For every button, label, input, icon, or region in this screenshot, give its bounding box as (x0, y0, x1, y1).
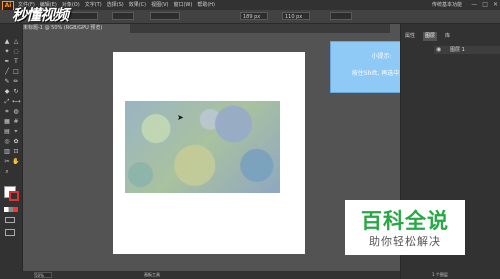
rectangle-icon[interactable]: □ (12, 68, 20, 75)
scale-icon[interactable]: ⤢ (3, 98, 11, 105)
panel-tabs: 属性 图层 库 (401, 32, 500, 41)
document-tab-bar: 未标题-1 @ 50% (RGB/GPU 预览) (20, 24, 390, 33)
layers-count: 1 个图层 (402, 271, 500, 279)
stroke-swatch[interactable] (9, 191, 19, 201)
draw-mode-icon[interactable] (5, 217, 15, 223)
align-control[interactable] (330, 12, 352, 20)
current-tool-label: 画板工具 (144, 272, 160, 277)
hand-icon[interactable]: ✋ (12, 158, 20, 165)
menu-window[interactable]: 窗口(W) (173, 0, 192, 10)
gradient-icon[interactable]: ▤ (3, 128, 11, 135)
baike-watermark: 百科全说 助你轻松解决 (345, 200, 465, 255)
color-mode-icons[interactable] (4, 207, 18, 212)
tab-libraries[interactable]: 库 (445, 32, 450, 41)
direct-selection-icon[interactable]: △ (12, 38, 20, 45)
width-icon[interactable]: ⟷ (12, 98, 21, 105)
eyedropper-icon[interactable]: ⌖ (12, 128, 20, 135)
symbol-icon[interactable]: ✿ (12, 138, 20, 145)
graph-icon[interactable]: ▥ (3, 148, 11, 155)
maximize-icon[interactable]: □ (482, 0, 488, 10)
perspective-icon[interactable]: ▦ (3, 118, 11, 125)
eye-icon[interactable]: ◉ (436, 46, 441, 54)
tab-layers[interactable]: 图层 (423, 32, 438, 41)
slice-icon[interactable]: ✂ (3, 158, 11, 165)
watermark-subtitle: 助你轻松解决 (369, 235, 441, 248)
status-bar: 50% 画板工具 (22, 271, 400, 279)
tools-panel: ▲ △ ✦ ◌ ✒ T ╱ □ ✎ ✏ ◆ ↻ ⤢ ⟷ ⌗ ◍ ▦ # ▤ ⌖ … (0, 24, 23, 279)
free-transform-icon[interactable]: ⌗ (3, 108, 11, 115)
control-bar: 189 px 110 px (0, 10, 500, 24)
eraser-icon[interactable]: ◆ (3, 88, 11, 95)
mouse-cursor-icon: ➤ (177, 113, 184, 122)
brush-icon[interactable]: ✎ (3, 78, 11, 85)
menu-view[interactable]: 视图(V) (151, 0, 168, 10)
selection-icon[interactable]: ▲ (3, 38, 11, 45)
mesh-icon[interactable]: # (12, 118, 20, 125)
tab-properties[interactable]: 属性 (405, 32, 415, 41)
layer-name: 图层 1 (450, 47, 465, 53)
workspace-switcher[interactable]: 传统基本功能 (432, 0, 462, 10)
layer-row[interactable]: ◉ 图层 1 (434, 46, 500, 54)
menu-help[interactable]: 帮助(H) (197, 0, 215, 10)
screen-mode-icon[interactable] (5, 229, 15, 236)
stroke-weight-control[interactable] (112, 12, 134, 20)
window-controls: — □ ✕ (471, 0, 498, 10)
style-control[interactable] (150, 12, 180, 20)
menu-select[interactable]: 选择(S) (107, 0, 124, 10)
width-field[interactable]: 189 px (240, 12, 268, 20)
minimize-icon[interactable]: — (471, 0, 477, 10)
document-tab[interactable]: 未标题-1 @ 50% (RGB/GPU 预览) (20, 24, 130, 33)
type-icon[interactable]: T (12, 58, 20, 65)
watermark-title: 百科全说 (361, 209, 449, 233)
zoom-icon[interactable]: ⌕ (3, 168, 11, 175)
bokeh-image[interactable] (125, 101, 280, 193)
blend-icon[interactable]: ◎ (3, 138, 11, 145)
menu-effect[interactable]: 效果(C) (129, 0, 146, 10)
lasso-icon[interactable]: ◌ (12, 48, 20, 55)
menu-bar: Ai 文件(F) 编辑(E) 对象(O) 文字(T) 选择(S) 效果(C) 视… (0, 0, 500, 11)
pen-icon[interactable]: ✒ (3, 58, 11, 65)
pencil-icon[interactable]: ✏ (12, 78, 20, 85)
artboard-icon[interactable]: ⊡ (12, 148, 20, 155)
shape-builder-icon[interactable]: ◍ (12, 108, 20, 115)
video-watermark: 秒懂视频 (12, 6, 69, 24)
magic-wand-icon[interactable]: ✦ (3, 48, 11, 55)
menu-type[interactable]: 文字(T) (85, 0, 102, 10)
rotate-icon[interactable]: ↻ (12, 88, 20, 95)
close-icon[interactable]: ✕ (493, 0, 498, 10)
line-icon[interactable]: ╱ (3, 68, 11, 75)
height-field[interactable]: 110 px (282, 12, 310, 20)
zoom-field[interactable]: 50% (34, 272, 52, 278)
